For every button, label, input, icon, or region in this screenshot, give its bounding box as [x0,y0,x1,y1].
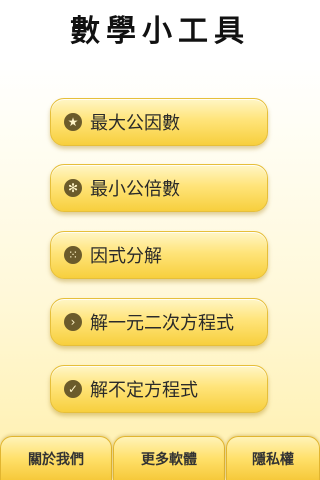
lcm-label: 最小公倍數 [90,179,180,200]
check-icon: ✓ [64,380,82,398]
factorization-button[interactable]: ⁙ 因式分解 [50,231,268,279]
app-title: 數學小工具 [70,14,250,49]
more-apps-tab[interactable]: 更多軟體 [113,436,225,480]
grid-icon: ⁙ [64,246,82,264]
indeterminate-equation-button[interactable]: ✓ 解不定方程式 [50,365,268,413]
gcd-button[interactable]: ★ 最大公因數 [50,98,268,146]
quadratic-equation-label: 解一元二次方程式 [90,313,234,334]
lcm-button[interactable]: ✻ 最小公倍數 [50,164,268,212]
about-us-tab[interactable]: 關於我們 [0,436,112,480]
gear-icon: ✻ [64,179,82,197]
star-icon: ★ [64,113,82,131]
indeterminate-equation-label: 解不定方程式 [90,380,198,401]
factorization-label: 因式分解 [90,246,162,267]
gcd-label: 最大公因數 [90,113,180,134]
bottom-tab-bar: 關於我們 更多軟體 隱私權 [0,436,320,480]
privacy-tab[interactable]: 隱私權 [226,436,320,480]
chevron-right-icon: › [64,313,82,331]
quadratic-equation-button[interactable]: › 解一元二次方程式 [50,298,268,346]
